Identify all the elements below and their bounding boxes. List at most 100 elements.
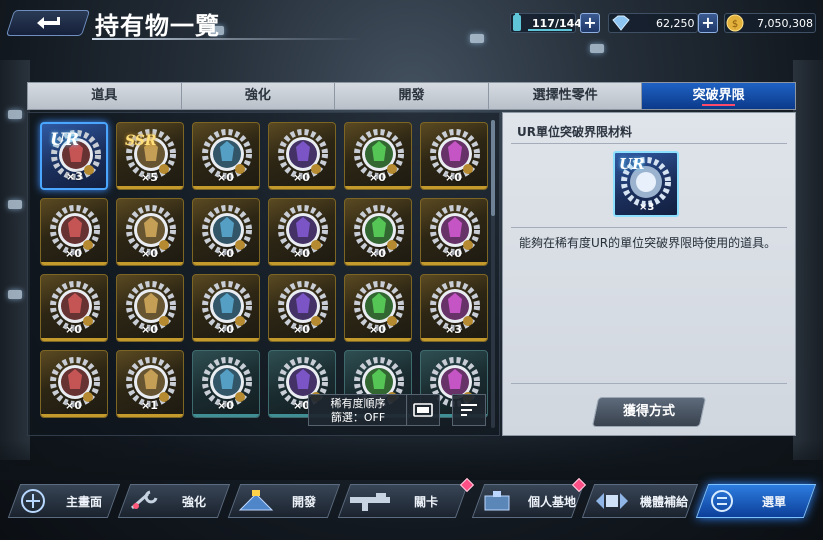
nav-supply[interactable]: 機體補給 xyxy=(592,484,688,518)
sort-filter-button[interactable]: 稀有度順序 篩選：OFF xyxy=(308,394,408,426)
nav-home[interactable]: 主畫面 xyxy=(18,484,102,518)
item-count: ×1 xyxy=(141,399,158,412)
nav-base[interactable]: 個人基地 xyxy=(482,484,576,518)
item-count: ×5 xyxy=(141,171,158,184)
tab-optional-parts[interactable]: 選擇性零件 xyxy=(489,83,643,109)
item-detail-panel: UR單位突破界限材料 UR ×3 能夠在稀有度UR的單位突破界限時使用的道具。 … xyxy=(502,112,796,436)
rank-label: SSR xyxy=(125,133,157,149)
grid-item[interactable]: ×0 xyxy=(116,274,184,342)
rarity-edge xyxy=(117,186,183,189)
grid-item[interactable]: ×0 xyxy=(116,198,184,266)
bottom-nav: 主畫面 強化 開發 關卡 個人基地 機體補給 選單 xyxy=(0,477,823,522)
grid-item[interactable]: ×0 xyxy=(192,274,260,342)
nav-label: 個人基地 xyxy=(528,494,577,509)
add-gems-button[interactable]: + xyxy=(698,13,718,33)
rarity-edge xyxy=(41,414,107,417)
supply-icon xyxy=(596,493,628,509)
nav-label: 開發 xyxy=(292,494,317,509)
rarity-edge xyxy=(117,414,183,417)
scrollbar-thumb[interactable] xyxy=(491,120,495,216)
coin-icon: $ xyxy=(726,14,744,32)
nav-label: 機體補給 xyxy=(640,494,689,509)
how-to-obtain-button[interactable]: 獲得方式 xyxy=(591,397,707,427)
nav-label: 關卡 xyxy=(414,494,439,509)
detail-rank-label: UR xyxy=(619,155,645,173)
nav-label: 強化 xyxy=(182,494,207,509)
item-count: ×0 xyxy=(65,247,82,260)
grid-item[interactable]: ×0 xyxy=(420,198,488,266)
sort-label: 稀有度順序 xyxy=(330,397,386,410)
item-count: ×0 xyxy=(293,247,310,260)
detail-divider xyxy=(511,383,787,384)
rarity-edge xyxy=(193,338,259,341)
nav-enhance[interactable]: 強化 xyxy=(128,484,206,518)
detail-divider xyxy=(511,227,787,228)
grid-item[interactable]: ×1 xyxy=(116,350,184,418)
item-count: ×0 xyxy=(293,171,310,184)
item-count: ×0 xyxy=(65,399,82,412)
item-count: ×0 xyxy=(445,171,462,184)
rarity-edge xyxy=(117,262,183,265)
sort-lines-icon xyxy=(461,404,477,416)
detail-description: 能夠在稀有度UR的單位突破界限時使用的道具。 xyxy=(519,236,777,250)
rifle-icon xyxy=(350,493,390,511)
develop-icon xyxy=(238,490,274,511)
nav-menu[interactable]: 選單 xyxy=(708,484,786,518)
item-count: ×3 xyxy=(445,323,462,336)
grid-item[interactable]: ×0 xyxy=(268,198,336,266)
grid-scrollbar[interactable] xyxy=(491,120,495,428)
grid-item[interactable]: SSR ×5 xyxy=(116,122,184,190)
detail-count: ×3 xyxy=(639,202,655,213)
grid-item[interactable]: ×0 xyxy=(192,350,260,418)
background-pillar-right xyxy=(793,60,823,460)
item-count: ×0 xyxy=(217,247,234,260)
item-count: ×0 xyxy=(369,247,386,260)
gem-icon xyxy=(612,15,630,31)
add-stamina-button[interactable]: + xyxy=(580,13,600,33)
nav-develop[interactable]: 開發 xyxy=(238,484,316,518)
base-icon xyxy=(484,491,510,511)
rarity-edge xyxy=(193,186,259,189)
grid-item[interactable]: ×0 xyxy=(40,198,108,266)
grid-item[interactable]: UR ×3 xyxy=(40,122,108,190)
rarity-edge xyxy=(117,338,183,341)
filter-label: 篩選：OFF xyxy=(330,411,386,424)
svg-text:$: $ xyxy=(732,19,738,30)
obtain-button-label: 獲得方式 xyxy=(622,404,675,419)
rarity-edge xyxy=(193,414,259,417)
detail-title: UR單位突破界限材料 xyxy=(517,125,632,139)
rarity-edge xyxy=(269,262,335,265)
grid-item[interactable]: ×0 xyxy=(344,198,412,266)
detail-item-image: UR ×3 xyxy=(613,151,679,217)
grid-item[interactable]: ×0 xyxy=(268,122,336,190)
nav-label: 選單 xyxy=(762,494,787,509)
rarity-edge xyxy=(269,338,335,341)
gem-value: 62,250 xyxy=(656,16,695,30)
grid-item[interactable]: ×0 xyxy=(420,122,488,190)
view-toggle-button[interactable] xyxy=(406,394,440,426)
menu-icon xyxy=(711,490,733,512)
ceiling-light xyxy=(590,44,604,53)
rarity-edge xyxy=(345,338,411,341)
grid-item[interactable]: ×0 xyxy=(344,274,412,342)
rarity-edge xyxy=(193,262,259,265)
item-count: ×0 xyxy=(217,399,234,412)
rarity-edge xyxy=(269,186,335,189)
sort-order-button[interactable] xyxy=(452,394,486,426)
nav-label: 主畫面 xyxy=(66,494,103,509)
detail-divider xyxy=(511,143,787,144)
nav-stage[interactable]: 關卡 xyxy=(348,484,438,518)
grid-item[interactable]: ×0 xyxy=(268,274,336,342)
grid-item[interactable]: ×0 xyxy=(192,122,260,190)
item-count: ×0 xyxy=(217,171,234,184)
tab-limit-break[interactable]: 突破界限 xyxy=(642,83,795,109)
grid-item[interactable]: ×3 xyxy=(420,274,488,342)
grid-item[interactable]: ×0 xyxy=(40,350,108,418)
grid-item[interactable]: ×0 xyxy=(192,198,260,266)
rarity-edge xyxy=(421,262,487,265)
item-count: ×0 xyxy=(445,247,462,260)
grid-item[interactable]: ×0 xyxy=(40,274,108,342)
rarity-edge xyxy=(41,262,107,265)
grid-item[interactable]: ×0 xyxy=(344,122,412,190)
wrench-icon xyxy=(131,490,158,510)
